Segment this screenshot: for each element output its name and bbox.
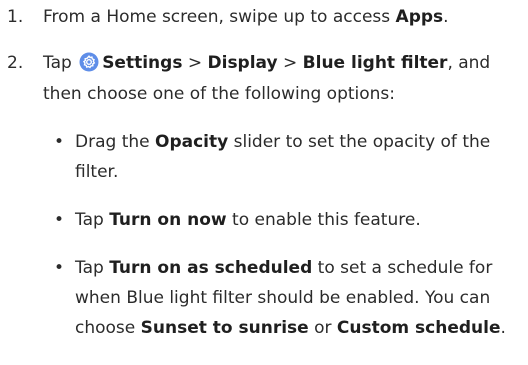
bullet-dot: • [54, 210, 65, 230]
bullet-text-part: . [500, 318, 506, 338]
settings-gear-icon [79, 52, 99, 72]
bullet-text: Tap Turn on now to enable this feature. [75, 205, 518, 235]
display-label: Display [207, 53, 278, 73]
step-text-part: From a Home screen, swipe up to access [43, 7, 396, 27]
blue-light-filter-label: Blue light filter [302, 53, 448, 73]
apps-label: Apps [395, 7, 444, 27]
instructions-page: 1. From a Home screen, swipe up to acces… [0, 0, 528, 365]
bullet-text-part: or [308, 318, 337, 338]
step-text-part: Tap [43, 53, 78, 73]
step-number: 2. [7, 53, 24, 73]
bullet-dot: • [54, 132, 65, 152]
sunset-to-sunrise-label: Sunset to sunrise [140, 318, 309, 338]
bullet-text-part: Tap [75, 258, 110, 278]
bullet-text-part: to enable this feature. [226, 210, 421, 230]
bullet-text-part: Drag the [75, 132, 155, 152]
custom-schedule-label: Custom schedule [336, 318, 501, 338]
settings-label: Settings [102, 53, 183, 73]
bullet-text: Drag the Opacity slider to set the opaci… [75, 127, 518, 187]
step-text: Tap Settings > Display > Blue light filt… [43, 48, 516, 110]
bullet-dot: • [54, 258, 65, 278]
bullet-text-part: Tap [75, 210, 110, 230]
step-text-part: . [443, 7, 449, 27]
turn-on-as-scheduled-label: Turn on as scheduled [109, 258, 313, 278]
opacity-label: Opacity [155, 132, 229, 152]
step-number: 1. [7, 7, 24, 27]
step-text: From a Home screen, swipe up to access A… [43, 2, 516, 33]
separator: > [182, 53, 208, 73]
bullet-text: Tap Turn on as scheduled to set a schedu… [75, 253, 518, 343]
separator: > [277, 53, 303, 73]
turn-on-now-label: Turn on now [109, 210, 227, 230]
